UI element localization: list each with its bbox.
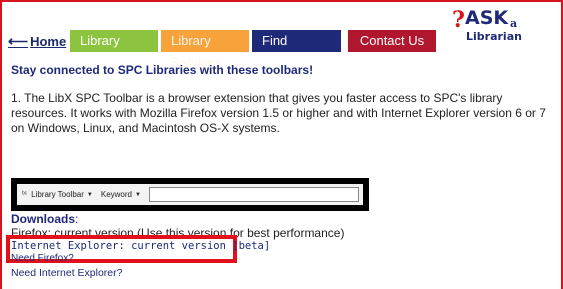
toolbar-preview: ᵇᶜ Library Toolbar ▼ Keyword ▼	[17, 184, 363, 205]
ask-a-librarian-logo[interactable]: ? ASK a Librarian	[452, 5, 522, 51]
downloads-heading: Downloads:	[11, 212, 78, 226]
home-label: Home	[30, 34, 67, 49]
toolbar-search-field	[148, 187, 359, 202]
toolbar-description: 1. The LibX SPC Toolbar is a browser ext…	[11, 91, 546, 135]
logo-a-text: a	[510, 17, 518, 30]
ie-download-link[interactable]: Internet Explorer: current version [beta…	[11, 240, 270, 252]
dropdown-caret-icon: ▼	[134, 191, 141, 198]
tab-library-help[interactable]: Library Help	[70, 30, 158, 70]
tab-library-services[interactable]: Library Services	[161, 30, 249, 70]
need-firefox-link[interactable]: Need Firefox?	[11, 253, 74, 264]
home-link[interactable]: ⟵ Home	[8, 33, 66, 52]
logo-librarian-text: Librarian	[466, 30, 522, 43]
back-arrow-icon: ⟵	[8, 33, 29, 49]
toolbar-keyword-label: Keyword	[100, 190, 132, 199]
need-ie-link[interactable]: Need Internet Explorer?	[11, 267, 122, 279]
page-heading: Stay connected to SPC Libraries with the…	[11, 63, 314, 77]
toolbar-library-menu: Library Toolbar ▼	[31, 190, 93, 199]
toolbar-screenshot: ᵇᶜ Library Toolbar ▼ Keyword ▼	[11, 178, 369, 211]
logo-ask-text: ASK	[465, 7, 509, 29]
dropdown-caret-icon: ▼	[86, 191, 93, 198]
tab-find-resources[interactable]: Find Resources	[252, 30, 341, 70]
downloads-label: Downloads	[11, 212, 76, 226]
question-mark-icon: ?	[452, 7, 465, 33]
toolbar-keyword-menu: Keyword ▼	[101, 190, 141, 199]
downloads-colon: :	[75, 212, 79, 226]
libx-logo-icon: ᵇᶜ	[22, 191, 28, 198]
tab-contact-us[interactable]: Contact Us	[348, 30, 436, 52]
toolbar-library-label: Library Toolbar	[31, 190, 84, 199]
nav-bar: ⟵ Home Library Help Library Services Fin…	[8, 30, 436, 70]
